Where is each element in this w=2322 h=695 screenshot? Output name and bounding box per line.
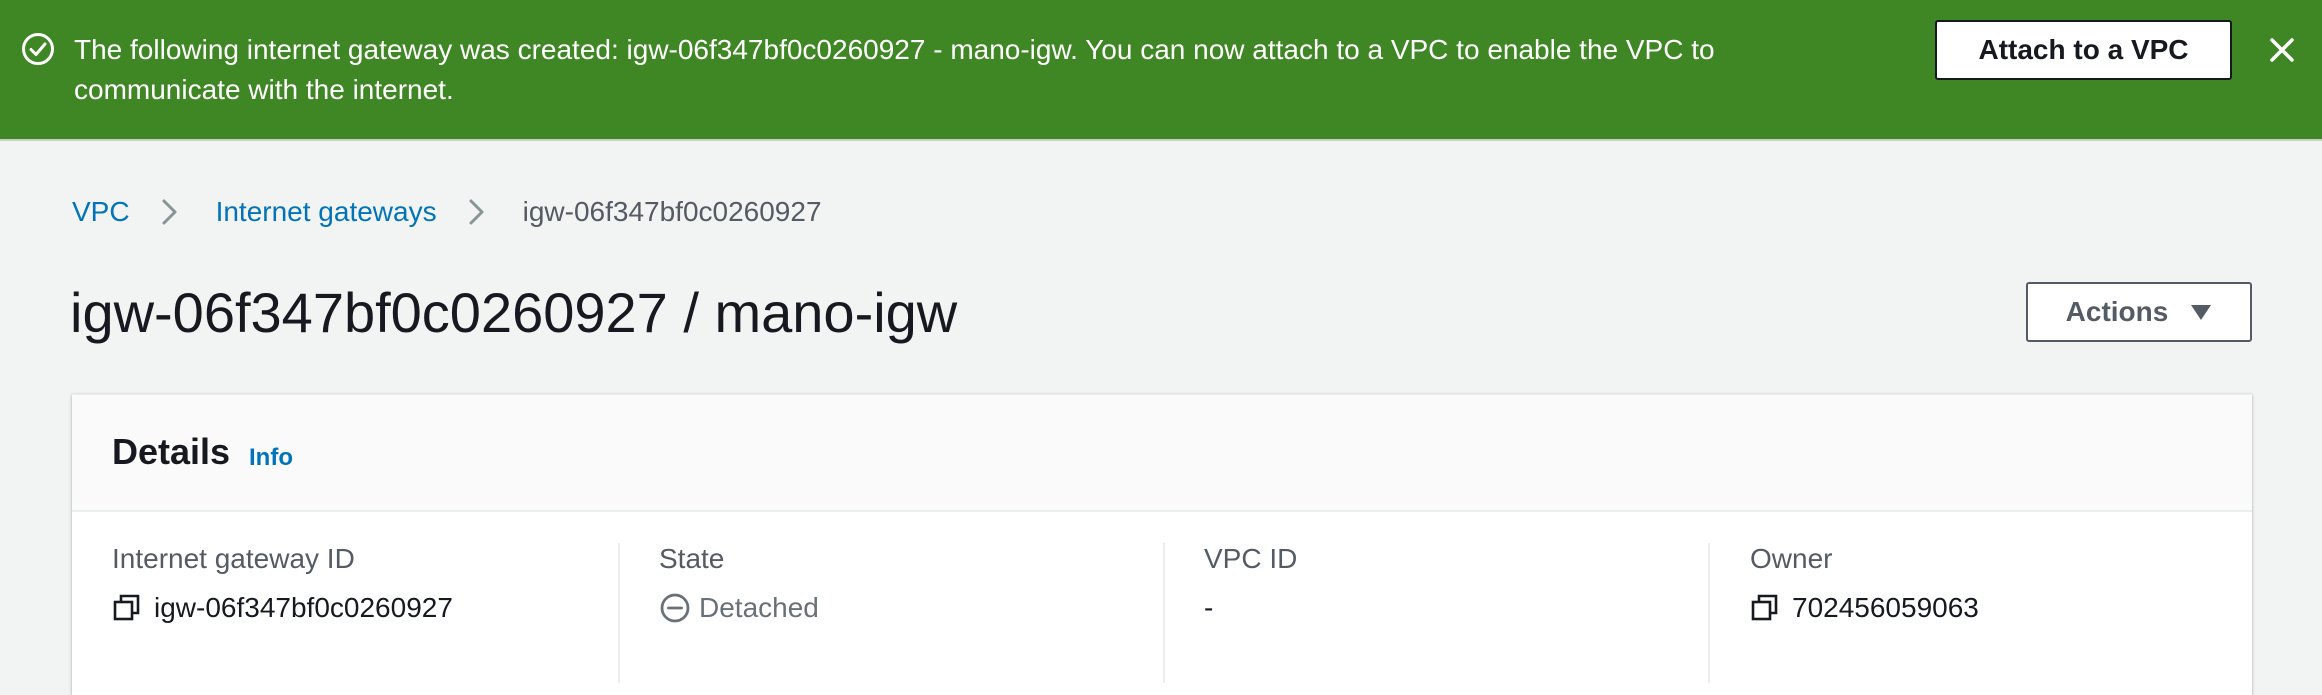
chevron-right-icon [162,199,177,225]
field-value: 702456059063 [1750,592,1979,624]
column-divider [1163,543,1165,683]
field-value: - [1204,592,1213,624]
actions-button-label: Actions [2065,296,2169,327]
breadcrumb: VPC Internet gateways igw-06f347bf0c0260… [72,190,822,234]
minus-circle-icon [660,593,690,623]
details-header: Details Info [72,395,2252,512]
owner-value: 702456059063 [1792,592,1979,623]
actions-dropdown-button[interactable]: Actions [2026,282,2252,342]
copy-icon[interactable] [1750,593,1780,623]
field-label: Internet gateway ID [112,543,355,574]
breadcrumb-internet-gateways-link[interactable]: Internet gateways [216,196,437,228]
vpc-id-value: - [1204,592,1214,623]
close-icon[interactable] [2262,30,2302,70]
breadcrumb-current: igw-06f347bf0c0260927 [522,196,822,227]
success-flash-banner: The following internet gateway was creat… [0,0,2322,141]
column-divider [618,543,620,683]
field-label: State [659,543,725,574]
breadcrumb-vpc-link[interactable]: VPC [72,196,130,228]
field-label: VPC ID [1204,543,1298,574]
state-value: Detached [699,592,819,623]
chevron-right-icon [469,199,484,225]
details-title: Details [112,431,231,472]
field-label: Owner [1750,543,1833,574]
attach-to-vpc-button[interactable]: Attach to a VPC [1935,20,2232,80]
internet-gateway-id-value: igw-06f347bf0c0260927 [154,592,453,623]
flash-message: The following internet gateway was creat… [74,34,1715,105]
column-divider [1708,543,1710,683]
page-title: igw-06f347bf0c0260927 / mano-igw [70,281,958,344]
info-link[interactable]: Info [249,444,293,472]
field-value: Detached [659,592,819,624]
field-value: igw-06f347bf0c0260927 [112,592,453,624]
caret-down-icon [2191,305,2212,320]
check-circle-icon [22,33,54,65]
copy-icon[interactable] [112,593,142,623]
details-container: Details Info Internet gateway ID igw-06f… [72,394,2252,695]
